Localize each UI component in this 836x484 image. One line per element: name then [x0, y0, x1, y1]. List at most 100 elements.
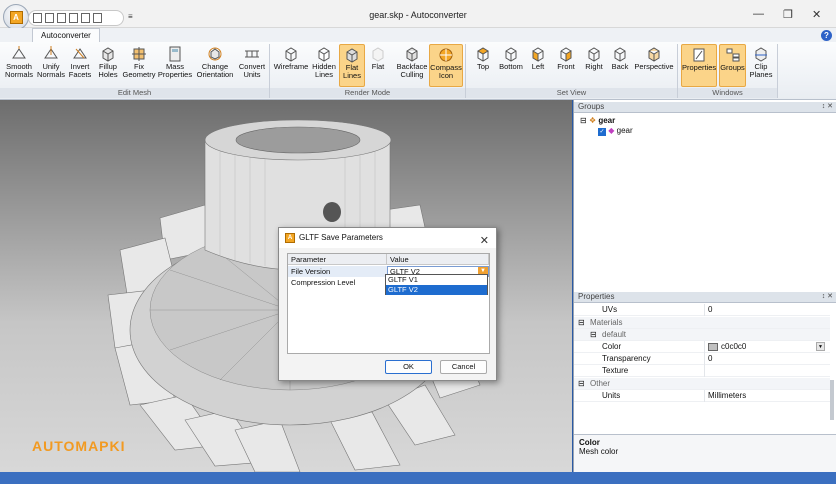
- prop-value[interactable]: Millimeters: [708, 390, 746, 402]
- button-label: Clip Planes: [749, 62, 773, 79]
- prop-row-color[interactable]: Color c0c0c0 ▼: [574, 341, 830, 353]
- groups-panel-title: Groups: [578, 102, 605, 111]
- group-folder-icon: ❖: [588, 116, 597, 125]
- mass-properties-button[interactable]: Mass Properties: [157, 44, 193, 87]
- category-label: Materials: [590, 318, 623, 327]
- backface-culling-button[interactable]: Backface Culling: [396, 44, 428, 87]
- hidden-lines-button[interactable]: Hidden Lines: [310, 44, 338, 87]
- smooth-normals-button[interactable]: Smooth Normals: [3, 44, 35, 87]
- prop-row-uvs[interactable]: UVs 0: [574, 304, 830, 316]
- perspective-icon: [648, 47, 660, 62]
- prop-key: Color: [602, 342, 622, 351]
- ribbon-tab-row: [0, 28, 836, 42]
- invert-facets-icon: [73, 48, 87, 59]
- convert-units-button[interactable]: Convert Units: [236, 44, 268, 87]
- view-bottom-icon: [505, 47, 517, 62]
- invert-facets-button[interactable]: Invert Facets: [66, 44, 94, 87]
- group-label: Set View: [466, 88, 677, 98]
- properties-panel-header: Properties ↕ ✕: [574, 292, 836, 303]
- collapse-icon[interactable]: ⊟: [590, 329, 597, 341]
- prop-row-units[interactable]: Units Millimeters: [574, 390, 830, 402]
- property-description: Color Mesh color: [574, 434, 836, 472]
- unify-normals-button[interactable]: Unify Normals: [36, 44, 66, 87]
- properties-window-button[interactable]: Properties: [681, 44, 717, 87]
- button-label: Flat: [371, 62, 385, 71]
- button-label: Fix Geometry: [122, 62, 156, 79]
- prop-value[interactable]: 0: [708, 353, 712, 365]
- view-front-icon: [560, 47, 572, 62]
- right-dock: Groups ↕ ✕ ⊟ ❖ gear ✓ ◆ gear Properties ↕ …: [573, 100, 836, 472]
- param-label: Compression Level: [291, 278, 356, 287]
- fix-geometry-button[interactable]: Fix Geometry: [122, 44, 156, 87]
- prop-column-divider: [704, 341, 705, 353]
- taskbar-strip: [0, 472, 836, 484]
- flat-button[interactable]: Flat: [366, 44, 390, 87]
- prop-category-materials[interactable]: ⊟ Materials: [574, 317, 830, 329]
- flat-lines-cube-icon: [346, 48, 358, 63]
- group-render-mode: Wireframe Hidden Lines Flat Lines Flat B…: [270, 44, 466, 98]
- help-icon[interactable]: ?: [821, 30, 832, 41]
- ribbon: Smooth Normals Unify Normals Invert Face…: [0, 42, 836, 100]
- groups-window-button[interactable]: Groups: [719, 44, 746, 87]
- tree-root[interactable]: ⊟ ❖ gear: [580, 116, 633, 125]
- prop-column-divider: [704, 353, 705, 365]
- tab-autoconverter[interactable]: Autoconverter: [32, 28, 100, 43]
- maximize-button[interactable]: ❐: [783, 8, 793, 21]
- view-right-button[interactable]: Right: [581, 44, 607, 87]
- collapse-icon[interactable]: ⊟: [578, 378, 585, 390]
- chevron-down-icon[interactable]: ▼: [816, 342, 825, 351]
- prop-key: Transparency: [602, 354, 651, 363]
- button-label: Top: [476, 62, 490, 71]
- prop-category-default[interactable]: ⊟ default: [574, 329, 830, 341]
- close-button[interactable]: ✕: [812, 8, 821, 21]
- flat-lines-button[interactable]: Flat Lines: [339, 44, 365, 87]
- smooth-normals-icon: [12, 46, 26, 59]
- button-label: Back: [611, 62, 629, 71]
- prop-category-other[interactable]: ⊟ Other: [574, 378, 830, 390]
- panel-pin-icon[interactable]: ↕ ✕: [822, 102, 833, 112]
- panel-pin-icon[interactable]: ↕ ✕: [822, 292, 833, 302]
- clip-planes-icon: [755, 47, 767, 62]
- button-label: Properties: [682, 63, 717, 72]
- properties-scrollbar[interactable]: [830, 380, 834, 420]
- clip-planes-button[interactable]: Clip Planes: [748, 44, 774, 87]
- view-perspective-button[interactable]: Perspective: [634, 44, 674, 87]
- button-label: Fillup Holes: [98, 62, 118, 79]
- wireframe-button[interactable]: Wireframe: [273, 44, 309, 87]
- prop-column-divider: [704, 365, 705, 377]
- group-label: Windows: [678, 88, 777, 98]
- visibility-checkbox[interactable]: ✓: [598, 128, 606, 136]
- prop-value[interactable]: 0: [708, 304, 712, 316]
- collapse-icon[interactable]: ⊟: [578, 317, 585, 329]
- cancel-button[interactable]: Cancel: [440, 360, 487, 374]
- button-label: Wireframe: [273, 62, 309, 71]
- view-top-button[interactable]: Top: [470, 44, 496, 87]
- change-orientation-button[interactable]: Change Orientation: [194, 44, 236, 87]
- view-left-button[interactable]: Left: [526, 44, 550, 87]
- view-bottom-button[interactable]: Bottom: [497, 44, 525, 87]
- watermark-logo: AUTOMAPKI: [32, 438, 126, 454]
- view-front-button[interactable]: Front: [552, 44, 580, 87]
- collapse-icon[interactable]: ⊟: [580, 116, 589, 125]
- prop-row-transparency[interactable]: Transparency 0: [574, 353, 830, 365]
- minimize-button[interactable]: —: [753, 8, 764, 20]
- window-title: gear.skp - Autoconverter: [369, 10, 467, 20]
- compass-icon-button[interactable]: Compass Icon: [429, 44, 463, 87]
- option-gltf-v2[interactable]: GLTF V2: [386, 285, 487, 295]
- cube-icon: [102, 47, 114, 62]
- tree-child[interactable]: ✓ ◆ gear: [598, 126, 633, 136]
- option-gltf-v1[interactable]: GLTF V1: [386, 275, 487, 285]
- unify-normals-icon: [44, 46, 58, 59]
- color-swatch[interactable]: [708, 343, 718, 351]
- prop-value[interactable]: c0c0c0: [721, 341, 746, 353]
- tree-root-label: gear: [598, 116, 616, 125]
- view-back-button[interactable]: Back: [608, 44, 632, 87]
- group-edit-mesh: Smooth Normals Unify Normals Invert Face…: [0, 44, 270, 98]
- ok-button[interactable]: OK: [385, 360, 432, 374]
- properties-panel-title: Properties: [578, 292, 615, 301]
- fillup-holes-button[interactable]: Fillup Holes: [95, 44, 121, 87]
- prop-row-texture[interactable]: Texture: [574, 365, 830, 377]
- button-label: Change Orientation: [196, 62, 234, 79]
- dialog-close-button[interactable]: ✕: [480, 231, 489, 251]
- tree-child-label: gear: [616, 126, 633, 135]
